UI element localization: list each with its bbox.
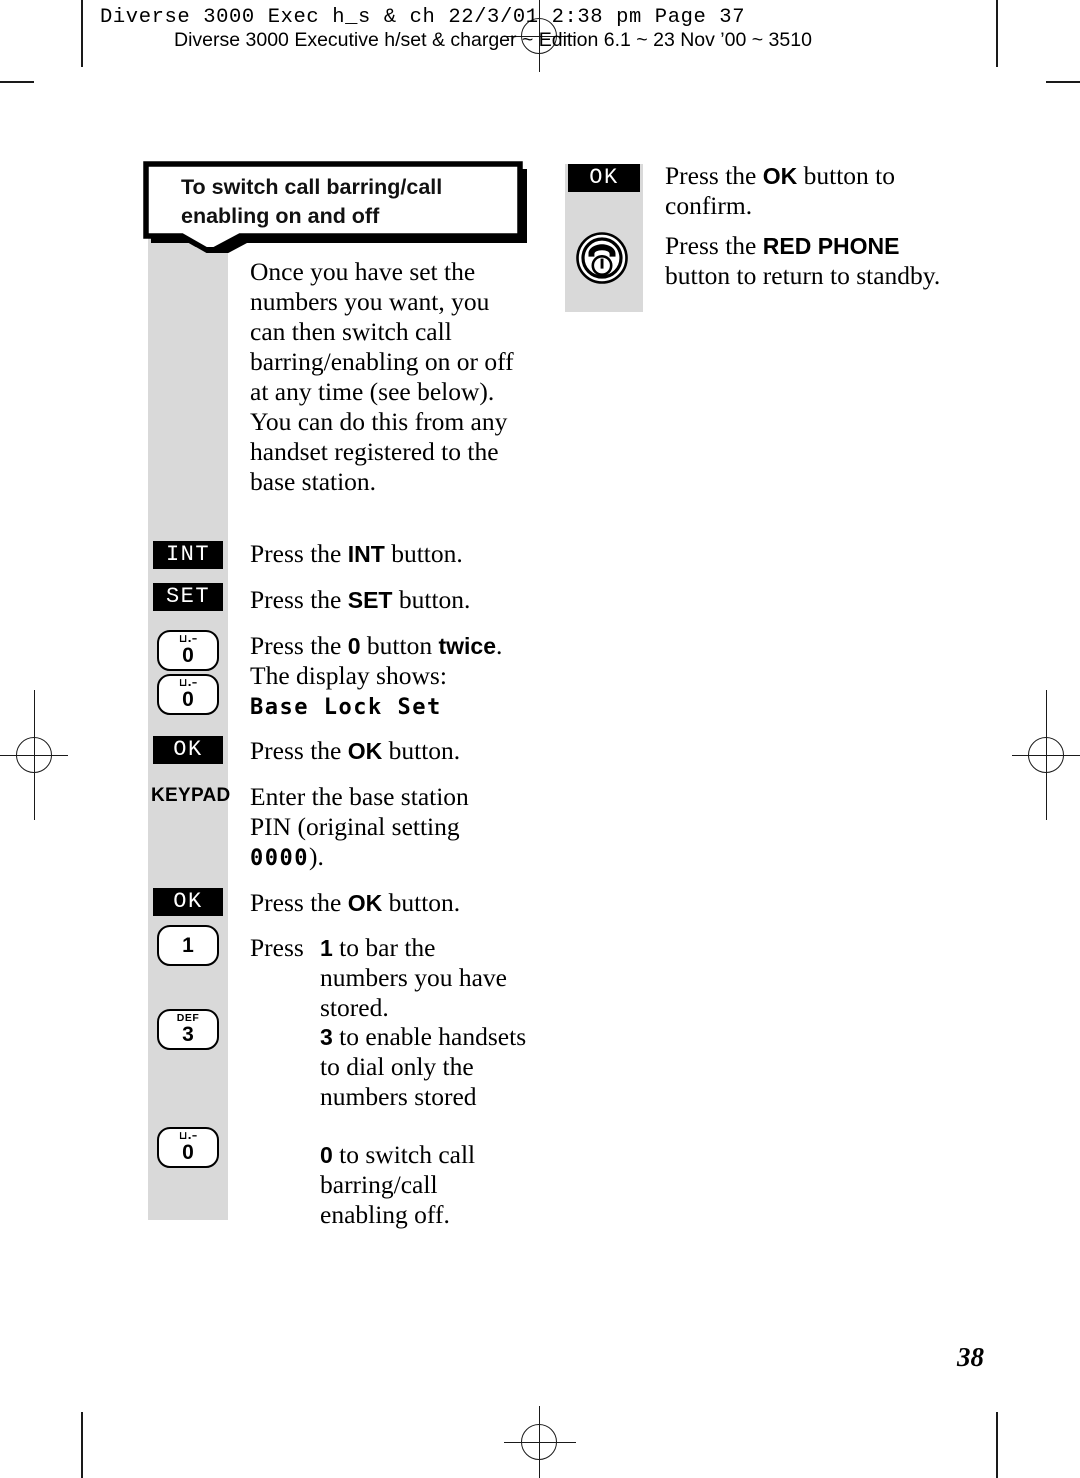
callout-line-1: To switch call barring/call [181,175,443,199]
step-pin-tail: ). [308,841,324,871]
display-base-lock-set: Base Lock Set [250,694,442,720]
final-option-1-text: to bar the numbers you have stored. [320,933,507,1022]
step-zero-text-b: 0 [347,633,361,659]
zero-key-icon[interactable]: ⊔.– 0 [157,630,219,671]
step-set-text: Press the SET button. [250,585,540,615]
final-option-3-number: 3 [320,1024,333,1050]
three-key-digit: 3 [182,1023,194,1046]
zero-key-icon-second[interactable]: ⊔.– 0 [157,674,219,715]
ok-key-icon-second[interactable]: OK [153,888,223,916]
right-step-phone-bold: RED PHONE [762,233,900,259]
print-job-header: Diverse 3000 Exec h_s & ch 22/3/01 2:38 … [100,6,746,29]
callout-text-block: To switch call barring/call enabling on … [181,173,511,230]
final-option-0-text: to switch call barring/call enabling off… [320,1140,476,1229]
step-int-text-before: Press the [250,539,348,568]
step-set-text-after: button. [392,585,471,614]
registration-mark-left [0,690,120,820]
step-ok-text-after: button. [382,736,461,765]
zero-key-digit-second: 0 [182,688,194,711]
section-title-callout: To switch call barring/call enabling on … [143,161,527,253]
step-int-text-after: button. [384,539,463,568]
right-step-ok-text: Press the OK button to confirm. [665,161,935,221]
step-ok-text-bold: OK [347,738,383,764]
intro-paragraph: Once you have set the numbers you want, … [250,257,514,496]
right-step-phone-text: Press the RED PHONE button to return to … [665,231,945,291]
registration-mark-right [960,690,1080,820]
ok-key-icon-right[interactable]: OK [568,164,640,192]
final-option-1-number: 1 [320,935,333,961]
display-default-pin: 0000 [250,845,309,871]
zero-key-icon-third[interactable]: ⊔.– 0 [157,1127,219,1168]
step-pin-line1: Enter the base station [250,782,469,811]
int-key-label: INT [165,542,211,567]
crop-mark-right-top-horizontal [1046,81,1080,83]
set-key-label: SET [165,584,211,609]
ok-key-icon[interactable]: OK [153,736,223,764]
right-step-phone-after: button to return to standby. [665,260,941,290]
final-step-lead: Press [250,933,304,962]
step-pin-text: Enter the base station PIN (original set… [250,782,550,872]
step-zero-text-e: . [496,631,503,660]
step-zero-text-a: Press the [250,631,348,660]
page-number: 38 [957,1342,984,1372]
step-pin-line2: PIN (original setting [250,811,460,841]
step-ok2-text: Press the OK button. [250,888,540,918]
step-set-text-before: Press the [250,585,348,614]
one-key-digit: 1 [182,934,194,957]
final-option-3-text: to enable handsets to dial only the numb… [320,1022,527,1111]
final-option-0: 0 to switch call barring/call enabling o… [320,1140,528,1230]
step-ok2-text-bold: OK [347,890,383,916]
zero-key-digit-third: 0 [182,1141,194,1164]
right-step-ok-before: Press the [665,161,763,190]
crop-mark-top-left-vertical [81,0,83,67]
registration-mark-bottom [504,1406,576,1478]
left-icon-strip [148,238,228,1220]
red-phone-icon[interactable] [576,232,628,284]
zero-key-digit: 0 [182,644,194,667]
crop-mark-bottom-left-vertical [81,1412,83,1478]
ok-key-label: OK [173,737,203,762]
three-key-icon[interactable]: DEF 3 [157,1009,219,1050]
set-key-icon[interactable]: SET [153,583,223,611]
step-ok2-text-after: button. [382,888,461,917]
step-set-text-bold: SET [347,587,393,613]
step-int-text-bold: INT [347,541,385,567]
publication-header: Diverse 3000 Executive h/set & charger ~… [174,29,812,51]
step-int-text: Press the INT button. [250,539,540,569]
step-zero-text-c: button [360,631,439,660]
step-zero-text-d: twice [438,633,496,659]
ok-key-label-right: OK [589,165,619,190]
step-zero-text-line2: The display shows: [250,660,447,690]
ok-key-label-second: OK [173,889,203,914]
keypad-icon[interactable]: KEYPAD [151,782,230,810]
final-option-1: 1 to bar the numbers you have stored. [320,933,528,1023]
step-ok-text: Press the OK button. [250,736,540,766]
red-phone-glyph [576,232,628,284]
step-ok-text-before: Press the [250,736,348,765]
right-step-phone-before: Press the [665,231,763,260]
crop-mark-top-right-vertical [996,0,998,67]
one-key-icon[interactable]: 1 [157,925,219,966]
keypad-label: KEYPAD [151,785,231,806]
crop-mark-left-top-horizontal [0,81,34,83]
crop-mark-bottom-right-vertical [996,1412,998,1478]
final-option-3: 3 to enable handsets to dial only the nu… [320,1022,528,1112]
right-step-ok-bold: OK [762,163,798,189]
step-ok2-text-before: Press the [250,888,348,917]
int-key-icon[interactable]: INT [153,541,223,569]
step-zero-twice-text: Press the 0 button twice. The display sh… [250,631,550,721]
callout-line-2: enabling on and off [181,203,380,228]
final-option-0-number: 0 [320,1142,333,1168]
